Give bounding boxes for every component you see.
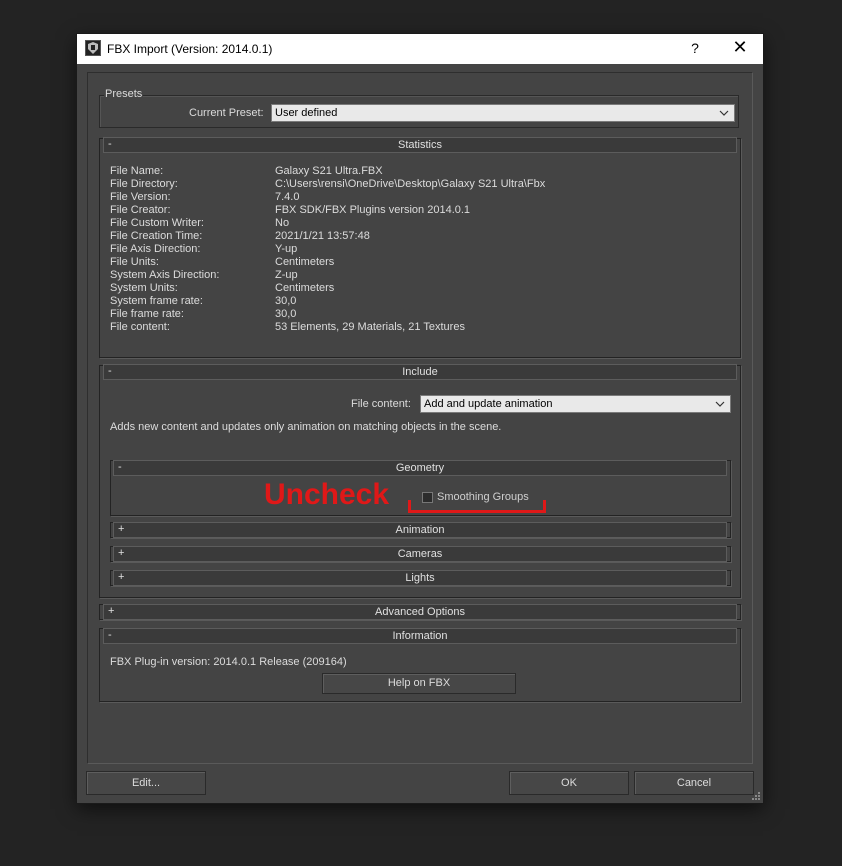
current-preset-label: Current Preset:	[189, 107, 264, 119]
statistics-value: 30,0	[275, 295, 297, 307]
statistics-value: Centimeters	[275, 282, 335, 294]
plugin-version-text: FBX Plug-in version: 2014.0.1 Release (2…	[110, 656, 347, 668]
cameras-header[interactable]: + Cameras	[113, 546, 727, 562]
close-button[interactable]: ✕	[725, 37, 755, 58]
statistics-label: File Custom Writer:	[110, 217, 204, 229]
animation-header[interactable]: + Animation	[113, 522, 727, 538]
information-header[interactable]: - Information	[103, 628, 737, 644]
annotation-bracket	[408, 500, 546, 513]
statistics-value: No	[275, 217, 290, 229]
current-preset-value: User defined	[275, 107, 338, 119]
statistics-value: Z-up	[275, 269, 298, 281]
animation-title: Animation	[395, 524, 445, 536]
lights-title: Lights	[405, 572, 435, 584]
statistics-label: File Creation Time:	[110, 230, 203, 242]
file-content-label: File content:	[351, 398, 411, 410]
lights-header[interactable]: + Lights	[113, 570, 727, 586]
cancel-button[interactable]: Cancel	[634, 771, 754, 795]
information-title: Information	[392, 630, 448, 642]
advanced-options-header[interactable]: + Advanced Options	[103, 604, 737, 620]
geometry-title: Geometry	[395, 462, 445, 474]
statistics-label: System frame rate:	[110, 295, 203, 307]
statistics-label: File Version:	[110, 191, 171, 203]
statistics-row: File Version: 7.4.0	[110, 191, 730, 204]
statistics-label: File Creator:	[110, 204, 171, 216]
fbx-import-dialog: FBX Import (Version: 2014.0.1) ? ✕ Prese…	[77, 34, 763, 803]
statistics-row: File Directory: C:\Users\rensi\OneDrive\D…	[110, 178, 730, 191]
app-icon	[85, 40, 101, 56]
uncheck-annotation: Uncheck	[264, 478, 390, 511]
statistics-row: File Name: Galaxy S21 Ultra.FBX	[110, 165, 730, 178]
statistics-row: File Creation Time: 2021/1/21 13:57:48	[110, 230, 730, 243]
statistics-row: File frame rate: 30,0	[110, 308, 730, 321]
chevron-down-icon	[715, 401, 725, 407]
include-header[interactable]: - Include	[103, 364, 737, 380]
statistics-header[interactable]: - Statistics	[103, 137, 737, 153]
statistics-label: File Name:	[110, 165, 164, 177]
statistics-value: Centimeters	[275, 256, 335, 268]
resize-grip-icon[interactable]	[751, 791, 761, 801]
geometry-header[interactable]: - Geometry	[113, 460, 727, 476]
statistics-row: System Units: Centimeters	[110, 282, 730, 295]
presets-label: Presets	[104, 88, 144, 100]
statistics-value: 30,0	[275, 308, 297, 320]
chevron-down-icon	[719, 110, 729, 116]
ok-button[interactable]: OK	[509, 771, 629, 795]
include-description: Adds new content and updates only animat…	[110, 421, 502, 433]
advanced-options-title: Advanced Options	[375, 606, 465, 618]
statistics-value: FBX SDK/FBX Plugins version 2014.0.1	[275, 204, 471, 216]
statistics-label: File Directory:	[110, 178, 178, 190]
edit-button[interactable]: Edit...	[86, 771, 206, 795]
statistics-label: File Axis Direction:	[110, 243, 201, 255]
cameras-title: Cameras	[397, 548, 443, 560]
statistics-value: 53 Elements, 29 Materials, 21 Textures	[275, 321, 465, 333]
help-on-fbx-button[interactable]: Help on FBX	[322, 673, 516, 694]
title-bar[interactable]: FBX Import (Version: 2014.0.1) ? ✕	[77, 34, 763, 64]
file-content-value: Add and update animation	[424, 398, 553, 410]
help-button[interactable]: ?	[685, 40, 705, 56]
statistics-row: System frame rate: 30,0	[110, 295, 730, 308]
statistics-value: C:\Users\rensi\OneDrive\Desktop\Galaxy S…	[275, 178, 546, 190]
include-title: Include	[402, 366, 438, 378]
current-preset-dropdown[interactable]: User defined	[271, 104, 735, 122]
statistics-value: 2021/1/21 13:57:48	[275, 230, 370, 242]
window-title: FBX Import (Version: 2014.0.1)	[107, 42, 273, 56]
statistics-row: File Creator: FBX SDK/FBX Plugins version…	[110, 204, 730, 217]
statistics-value: 7.4.0	[275, 191, 300, 203]
statistics-row: System Axis Direction: Z-up	[110, 269, 730, 282]
statistics-row: File Units: Centimeters	[110, 256, 730, 269]
statistics-value: Galaxy S21 Ultra.FBX	[275, 165, 383, 177]
statistics-row: File Axis Direction: Y-up	[110, 243, 730, 256]
statistics-label: System Axis Direction:	[110, 269, 220, 281]
statistics-label: System Units:	[110, 282, 178, 294]
statistics-row: File Custom Writer: No	[110, 217, 730, 230]
statistics-row: File content: 53 Elements, 29 Materials, …	[110, 321, 730, 334]
statistics-title: Statistics	[397, 139, 442, 151]
statistics-label: File Units:	[110, 256, 159, 268]
statistics-label: File frame rate:	[110, 308, 184, 320]
statistics-label: File content:	[110, 321, 170, 333]
file-content-dropdown[interactable]: Add and update animation	[420, 395, 731, 413]
statistics-value: Y-up	[275, 243, 298, 255]
